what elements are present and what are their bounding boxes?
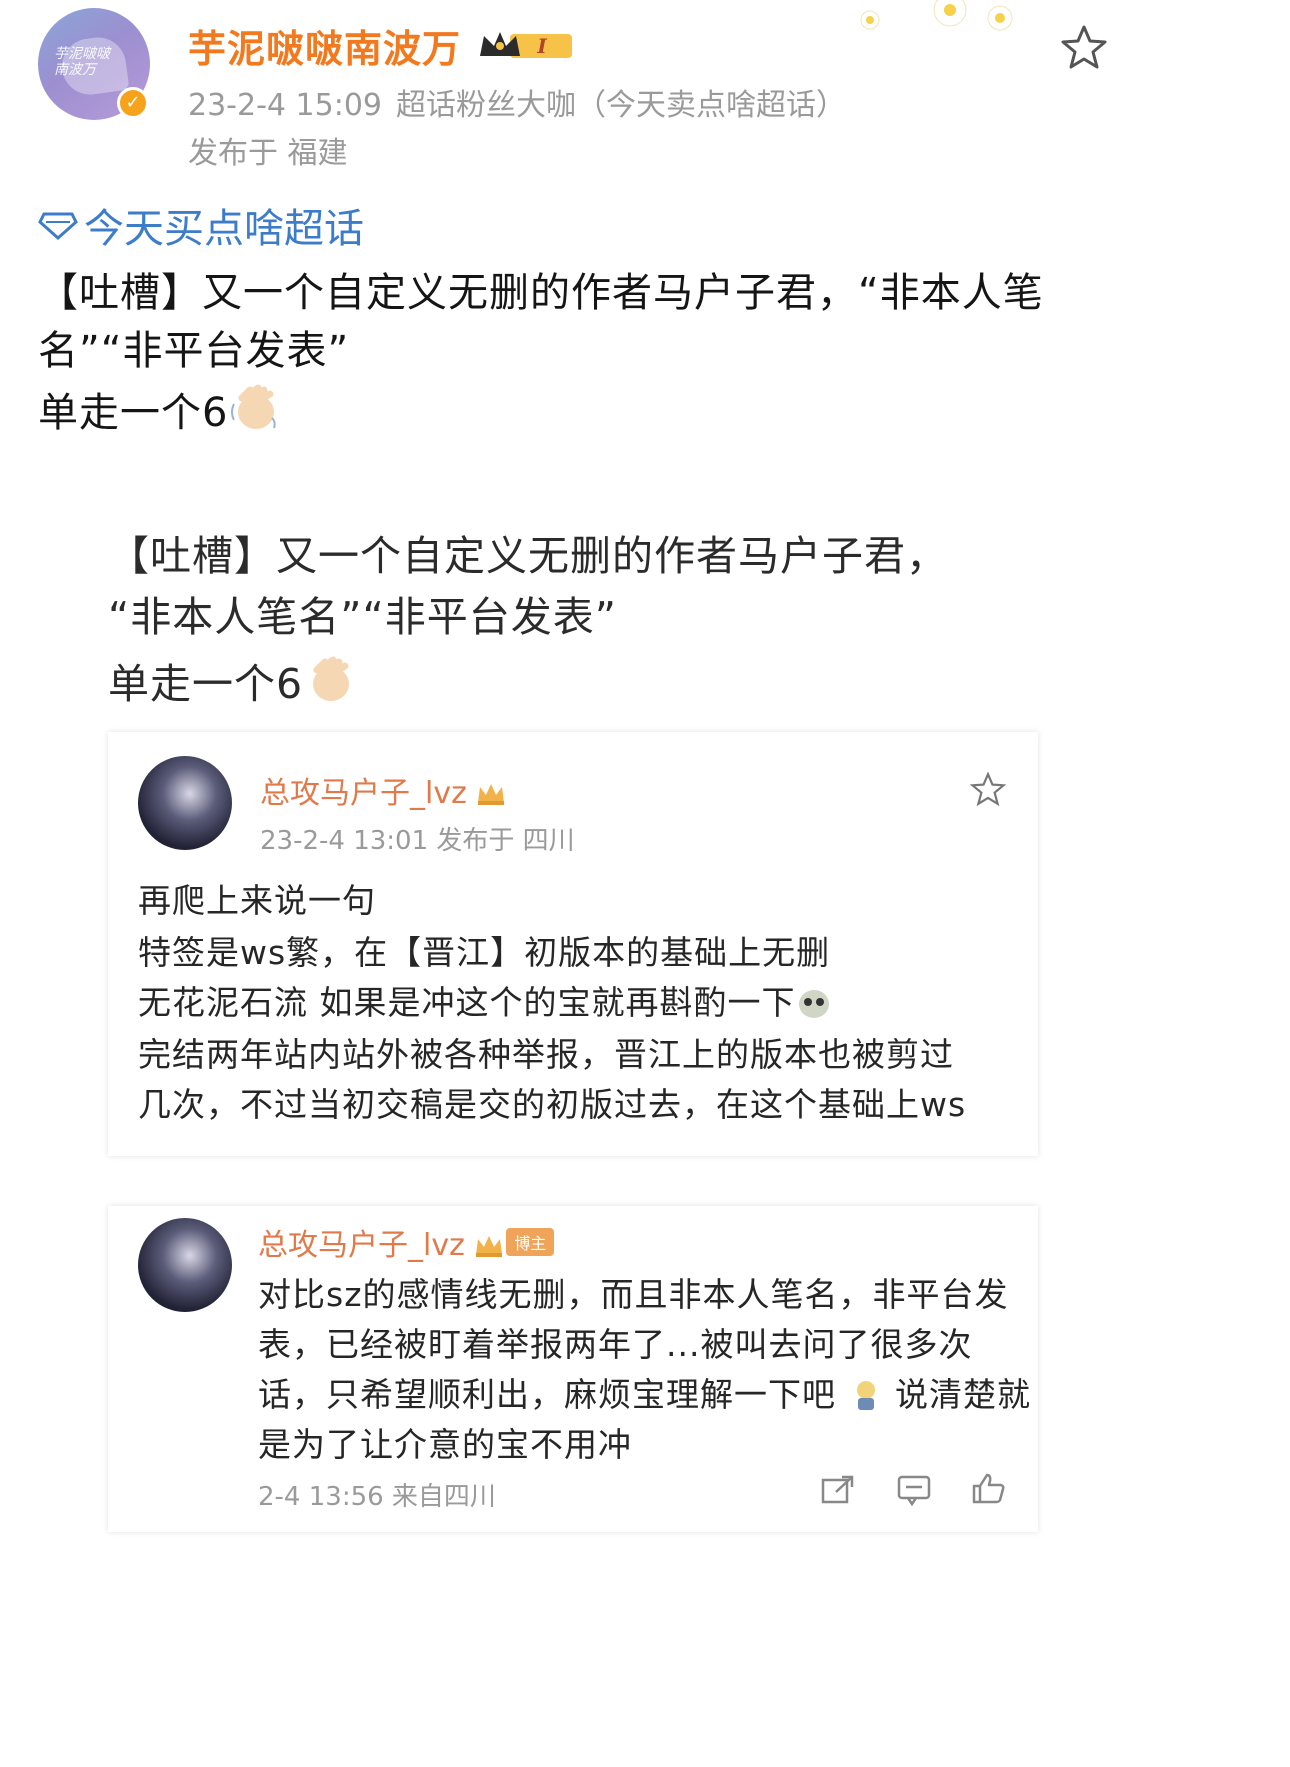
image-text: 单走一个6 (108, 660, 304, 708)
quoted-text-line: 是为了让介意的宝不用冲 (258, 1425, 632, 1464)
owner-tag: 博主 (506, 1228, 555, 1256)
post-location: 发布于 福建 (188, 136, 348, 171)
image-text-line: 【吐槽】又一个自定义无删的作者马户子君， (108, 532, 948, 580)
author-name[interactable]: 芋泥啵啵南波万 (188, 18, 461, 73)
image-text-line: “非本人笔名”“非平台发表” (108, 593, 617, 641)
quoted-text-line: 话，只希望顺利出，麻烦宝理解一下吧 说清楚就 (258, 1375, 1031, 1414)
quoted-text-line: 表，已经被盯着举报两年了...被叫去问了很多次 (258, 1325, 973, 1364)
crying-emoji (848, 1378, 884, 1412)
quoted-author-avatar (138, 756, 232, 850)
quoted-text-line: 对比sz的感情线无删，而且非本人笔名，非平台发 (258, 1275, 1009, 1314)
diamond-icon (38, 212, 78, 240)
alien-emoji (796, 986, 832, 1020)
quoted-text-line: 几次，不过当初交稿是交的初版过去，在这个基础上ws (138, 1085, 967, 1124)
image-text-line: 单走一个6 (108, 650, 355, 710)
quoted-text-line: 特签是ws繁，在【晋江】初版本的基础上无删 (138, 933, 831, 972)
quoted-author: 总攻马户子_lvz (260, 768, 506, 812)
comment-icon (896, 1474, 932, 1507)
level-badge-text: I (536, 34, 547, 58)
crown-icon[interactable]: I (476, 26, 576, 64)
topic-link[interactable]: 今天买点啥超话 (38, 196, 364, 254)
post-text-line: 【吐槽】又一个自定义无删的作者马户子君，“非本人笔 (38, 270, 1044, 316)
post-text: 单走一个6 (38, 390, 229, 436)
waving-hand-emoji (228, 384, 280, 432)
quoted-text-line: 无花泥石流 如果是冲这个的宝就再斟酌一下 (138, 976, 832, 1024)
post-source[interactable]: 超话粉丝大咖（今天卖点啥超话） (396, 88, 846, 123)
quoted-author-avatar (138, 1218, 232, 1312)
quoted-text-line: 完结两年站内站外被各种举报，晋江上的版本也被剪过 (138, 1035, 954, 1074)
post-timestamp: 23-2-4 15:09 (188, 88, 382, 123)
topic-label: 今天买点啥超话 (84, 206, 364, 252)
post-meta: 23-2-4 15:09 超话粉丝大咖（今天卖点啥超话） (188, 80, 846, 124)
waving-hand-emoji (303, 656, 355, 704)
flower-decoration (830, 0, 1050, 60)
star-icon (969, 771, 1007, 807)
like-icon (970, 1472, 1006, 1504)
post-text-line: 单走一个6 (38, 380, 280, 438)
share-icon (820, 1474, 856, 1506)
quoted-reply-card: 总攻马户子_lvz 博主 对比sz的感情线无删，而且非本人笔名，非平台发 表，已… (108, 1206, 1038, 1532)
quoted-text-line: 再爬上来说一句 (138, 881, 376, 920)
star-icon[interactable] (1060, 24, 1108, 70)
quoted-footer: 2-4 13:56 来自四川 (258, 1482, 496, 1512)
post-text-line: 名”“非平台发表” (38, 328, 350, 374)
verified-icon: ✓ (117, 87, 149, 119)
quoted-meta: 23-2-4 13:01 发布于 四川 (260, 826, 575, 856)
crown-icon (476, 780, 506, 806)
quoted-post-card: 总攻马户子_lvz 23-2-4 13:01 发布于 四川 再爬上来说一句 特签… (108, 732, 1038, 1156)
quoted-author: 总攻马户子_lvz 博主 (258, 1220, 555, 1264)
crown-icon (474, 1232, 504, 1258)
